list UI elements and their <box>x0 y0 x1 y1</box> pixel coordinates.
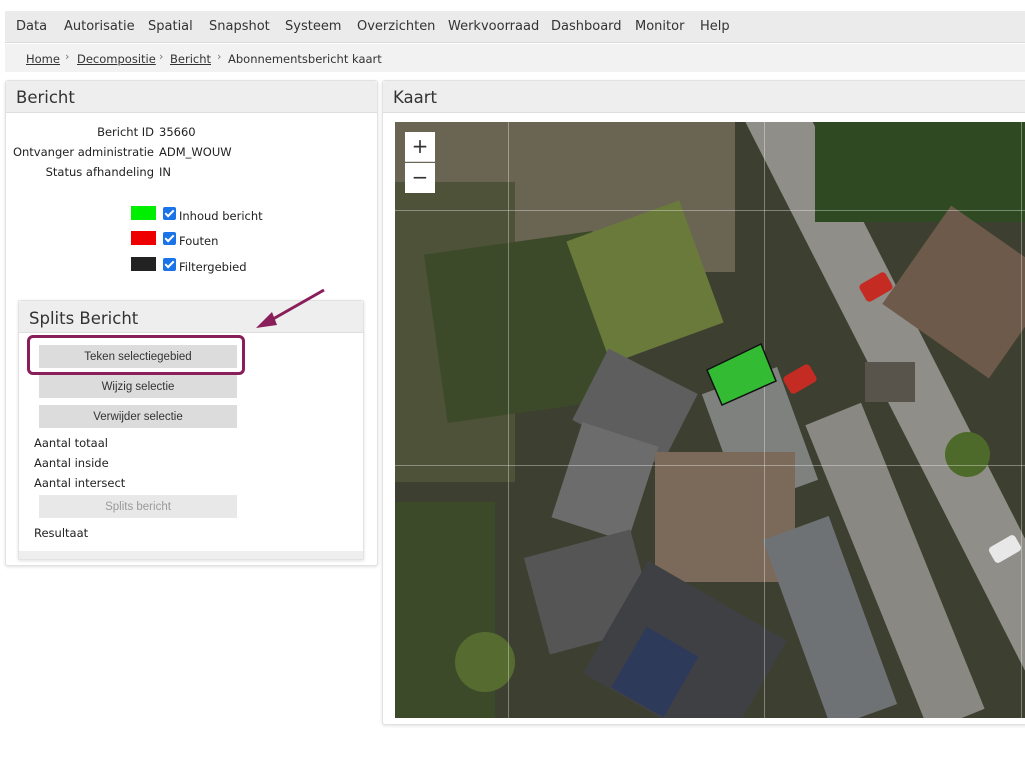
breadcrumb-home[interactable]: Home <box>26 52 60 66</box>
main-menu: Data Autorisatie Spatial Snapshot Systee… <box>5 11 1025 43</box>
menu-systeem[interactable]: Systeem <box>285 19 341 34</box>
field-label: Ontvanger administratie <box>12 145 154 159</box>
legend-label-filtergebied: Filtergebied <box>179 260 247 274</box>
field-label: Status afhandeling <box>45 165 154 179</box>
kaart-panel-title: Kaart <box>393 88 438 107</box>
aantal-intersect-label: Aantal intersect <box>34 476 126 490</box>
map-view[interactable]: + − <box>395 122 1025 718</box>
field-bericht-id-label-wrap: Bericht ID <box>6 125 154 139</box>
annotation-arrow-icon <box>256 288 325 328</box>
splits-bericht-title: Splits Bericht <box>29 309 139 328</box>
legend-swatch-filtergebied <box>131 257 156 271</box>
menu-help[interactable]: Help <box>700 19 730 34</box>
field-ontvanger-value: ADM_WOUW <box>159 145 232 159</box>
breadcrumb-separator: › <box>65 50 70 63</box>
breadcrumb-bericht[interactable]: Bericht <box>170 52 211 66</box>
aantal-totaal-label: Aantal totaal <box>34 436 108 450</box>
menu-autorisatie[interactable]: Autorisatie <box>64 19 135 34</box>
field-status-label-wrap: Status afhandeling <box>6 165 154 179</box>
menu-monitor[interactable]: Monitor <box>635 19 684 34</box>
legend-label-inhoud: Inhoud bericht <box>179 209 263 223</box>
verwijder-selectie-button[interactable]: Verwijder selectie <box>39 405 237 428</box>
aantal-inside-label: Aantal inside <box>34 456 109 470</box>
menu-dashboard[interactable]: Dashboard <box>551 19 622 34</box>
bericht-panel-title: Bericht <box>16 88 75 107</box>
resultaat-label: Resultaat <box>34 526 89 540</box>
splits-bericht-footer <box>19 551 363 559</box>
legend-swatch-fouten <box>131 231 156 245</box>
field-status-value: IN <box>159 165 171 179</box>
breadcrumb-separator: › <box>217 50 222 63</box>
checkbox-fouten[interactable] <box>163 232 176 245</box>
kaart-panel-header: Kaart <box>383 81 1025 113</box>
menu-overzichten[interactable]: Overzichten <box>357 19 435 34</box>
breadcrumb-decompositie[interactable]: Decompositie <box>77 52 156 66</box>
selection-polygon-layer <box>706 342 777 406</box>
field-ontvanger-label-wrap: Ontvanger administratie <box>6 145 154 159</box>
selection-polygon[interactable] <box>706 342 777 406</box>
field-label: Bericht ID <box>97 125 154 139</box>
zoom-in-button[interactable]: + <box>405 132 435 162</box>
menu-werkvoorraad[interactable]: Werkvoorraad <box>448 19 539 34</box>
zoom-out-button[interactable]: − <box>405 163 435 193</box>
legend-label-fouten: Fouten <box>179 234 219 248</box>
field-bericht-id-value: 35660 <box>159 125 196 139</box>
breadcrumb: Home › Decompositie › Bericht › Abonneme… <box>5 44 1025 72</box>
checkbox-filtergebied[interactable] <box>163 258 176 271</box>
splits-bericht-button[interactable]: Splits bericht <box>39 495 237 518</box>
bericht-panel-header: Bericht <box>6 81 377 113</box>
breadcrumb-separator: › <box>159 50 164 63</box>
menu-snapshot[interactable]: Snapshot <box>209 19 270 34</box>
menu-spatial[interactable]: Spatial <box>148 19 193 34</box>
highlight-box <box>27 335 245 375</box>
breadcrumb-current: Abonnementsbericht kaart <box>228 52 382 66</box>
legend-swatch-inhoud <box>131 206 156 220</box>
menu-data[interactable]: Data <box>16 19 47 34</box>
wijzig-selectie-button[interactable]: Wijzig selectie <box>39 375 237 398</box>
checkbox-inhoud-bericht[interactable] <box>163 207 176 220</box>
